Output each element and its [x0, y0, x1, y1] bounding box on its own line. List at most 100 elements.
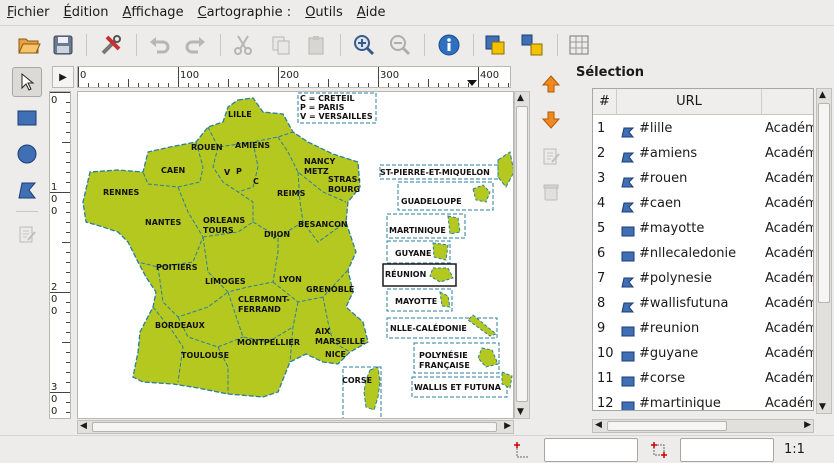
scroll-up-arrow-icon[interactable]: ▲	[517, 93, 524, 103]
tools-icon	[101, 35, 121, 55]
edit-properties-button[interactable]	[538, 143, 564, 169]
list-vertical-scroll-thumb[interactable]	[818, 103, 830, 303]
list-horizontal-scroll-thumb[interactable]	[607, 421, 727, 431]
legend-line: P = PARIS	[300, 103, 345, 112]
corse-shape[interactable]	[363, 366, 381, 411]
copy-button[interactable]	[268, 32, 294, 58]
list-horizontal-scrollbar[interactable]: ◀ ▶	[592, 419, 814, 433]
mayotte-shape	[439, 291, 451, 308]
rectangle-area-icon	[621, 372, 635, 387]
undo-button[interactable]	[146, 32, 172, 58]
map-canvas[interactable]: C = CRETEIL P = PARIS V = VERSAILLES LIL…	[77, 91, 514, 419]
zoom-out-button[interactable]	[387, 32, 413, 58]
circle-tool[interactable]	[12, 139, 42, 169]
selection-title: Sélection	[576, 65, 645, 80]
floppy-icon	[53, 35, 73, 55]
region-label: LYON	[279, 275, 302, 284]
tools-button[interactable]	[98, 32, 124, 58]
menu-aide[interactable]: Aide	[350, 0, 393, 25]
region-label: LIMOGES	[205, 277, 246, 286]
ruler-label: 0	[51, 206, 57, 217]
table-row[interactable]: 6 #nllecaledonie Académ	[593, 241, 813, 266]
column-header-url[interactable]: URL	[617, 89, 762, 115]
region-label: TOURS	[203, 226, 234, 235]
table-row[interactable]: 5 #mayotte Académ	[593, 216, 813, 241]
ruler-label: 200	[280, 70, 299, 81]
canvas-vertical-scroll-thumb[interactable]	[516, 106, 528, 402]
region-label: MONTPELLIER	[237, 338, 300, 347]
info-button[interactable]	[436, 32, 462, 58]
overseas-label: MAYOTTE	[395, 297, 437, 306]
menu-cartographie[interactable]: Cartographie :	[191, 0, 299, 25]
canvas-horizontal-scroll-thumb[interactable]	[92, 422, 497, 432]
zoom-level: 1:1	[784, 442, 805, 457]
scroll-down-arrow-icon[interactable]: ▼	[517, 407, 524, 417]
table-row[interactable]: 3 #rouen Académ	[593, 166, 813, 191]
overseas-label: WALLIS ET FUTUNA	[414, 383, 502, 392]
menu-fichier[interactable]: Fichier	[0, 0, 57, 25]
cut-button[interactable]	[230, 32, 256, 58]
canvas-vertical-scrollbar[interactable]: ▲ ▼	[514, 91, 530, 419]
table-row[interactable]: 1 #lille Académ	[593, 116, 813, 141]
scroll-left-arrow-icon[interactable]: ◀	[595, 420, 602, 430]
paste-button[interactable]	[303, 32, 329, 58]
overseas-label: RÉUNION	[385, 268, 426, 279]
ruler-label: 0	[51, 406, 57, 417]
scroll-right-arrow-icon[interactable]: ▶	[804, 420, 811, 430]
column-header-name[interactable]	[762, 89, 813, 115]
overseas-label: NLLE-CALÉDONIE	[390, 322, 467, 333]
area-list[interactable]: # URL 1 #lille Académ 2 #amiens Académ 3 #rouen…	[592, 88, 814, 411]
row-name: Académ	[765, 396, 814, 411]
row-number: 10	[597, 346, 614, 361]
edit-area-tool[interactable]	[12, 219, 42, 249]
list-vertical-scrollbar[interactable]: ▲ ▼	[816, 88, 832, 414]
scroll-right-arrow-icon[interactable]: ▶	[504, 421, 511, 431]
table-row[interactable]: 9 #reunion Académ	[593, 316, 813, 341]
table-row[interactable]: 10 #guyane Académ	[593, 341, 814, 366]
triangle-right-icon: ▶	[59, 71, 67, 83]
polynesie-shape	[477, 347, 499, 368]
zoom-out-icon	[390, 35, 411, 56]
region-label: METZ	[304, 167, 329, 176]
size-indicator	[650, 441, 668, 463]
menu-affichage[interactable]: Affichage	[115, 0, 190, 25]
row-name: Académ	[765, 346, 814, 361]
canvas-horizontal-scrollbar[interactable]: ◀ ▶	[77, 420, 514, 434]
scroll-left-arrow-icon[interactable]: ◀	[80, 421, 87, 431]
pointer-arrow-icon	[21, 72, 35, 91]
delete-button[interactable]	[538, 179, 564, 205]
ruler-label: 1	[51, 182, 57, 193]
region-label: MARSEILLE	[315, 337, 365, 346]
legend-line: C = CRETEIL	[300, 94, 355, 103]
menu-edition[interactable]: Édition	[57, 0, 116, 25]
table-row[interactable]: 8 #wallisfutuna Académ	[593, 291, 813, 316]
move-up-button[interactable]	[538, 71, 564, 97]
ruler-label: 0	[51, 394, 57, 405]
zoom-in-button[interactable]	[351, 32, 377, 58]
polygon-tool[interactable]	[12, 175, 42, 205]
table-row[interactable]: 12 #martinique Académ	[593, 391, 814, 411]
scroll-up-arrow-icon[interactable]: ▲	[819, 90, 826, 100]
region-label: NICE	[325, 350, 346, 359]
grid-button[interactable]	[566, 32, 592, 58]
table-row[interactable]: 4 #caen Académ	[593, 191, 813, 216]
save-button[interactable]	[50, 32, 76, 58]
open-file-button[interactable]	[16, 32, 42, 58]
column-header-number[interactable]: #	[593, 89, 617, 115]
table-row[interactable]: 7 #polynesie Académ	[593, 266, 813, 291]
menu-outils[interactable]: Outils	[298, 0, 350, 25]
region-label: NANCY	[304, 157, 335, 166]
scroll-down-arrow-icon[interactable]: ▼	[819, 402, 826, 412]
select-tool[interactable]	[12, 67, 42, 97]
region-label: REIMS	[277, 189, 306, 198]
group-button[interactable]	[482, 32, 508, 58]
ruler-menu-button[interactable]: ▶	[52, 66, 74, 88]
table-row[interactable]: 2 #amiens Académ	[593, 141, 813, 166]
edit-note-icon	[19, 226, 36, 243]
table-row[interactable]: 11 #corse Académ	[593, 366, 813, 391]
rectangle-tool[interactable]	[12, 103, 42, 133]
ungroup-button[interactable]	[519, 32, 545, 58]
arrow-down-icon	[541, 111, 561, 129]
move-down-button[interactable]	[538, 107, 564, 133]
redo-button[interactable]	[183, 32, 209, 58]
